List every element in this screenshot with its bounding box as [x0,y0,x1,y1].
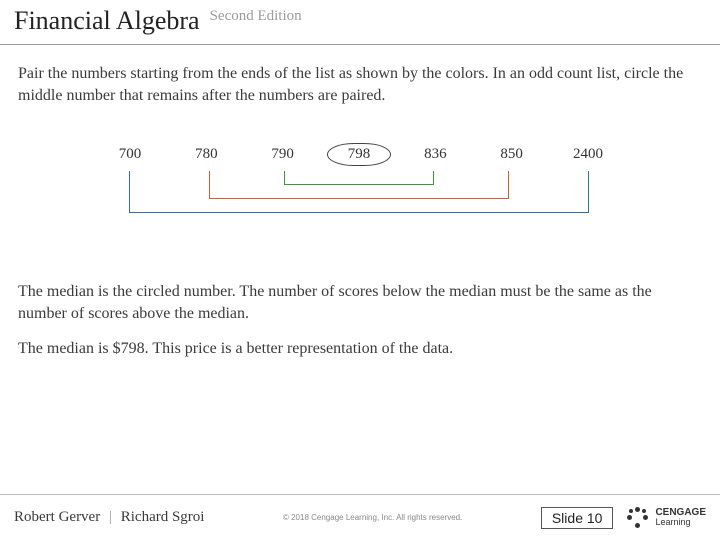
number-item: 700 [105,146,155,163]
bracket-outer-icon [129,171,589,213]
author-name: Robert Gerver [14,509,100,525]
brand-text: CENGAGE Learning [655,508,706,527]
pair-brackets [99,171,619,231]
median-diagram: 700 780 790 798 836 850 2400 [99,146,619,231]
brand-subname: Learning [655,518,706,527]
number-item: 780 [181,146,231,163]
slide-number: Slide 10 [541,507,614,529]
copyright-text: © 2018 Cengage Learning, Inc. All rights… [204,513,540,522]
slide-content: Pair the numbers starting from the ends … [0,45,720,384]
slide-footer: Robert Gerver | Richard Sgroi © 2018 Cen… [0,494,720,540]
slide-header: Financial Algebra Second Edition [0,0,720,45]
cengage-logo-icon [627,507,649,529]
number-item: 790 [258,146,308,163]
book-edition: Second Edition [210,8,302,24]
publisher-brand: CENGAGE Learning [627,507,706,529]
authors: Robert Gerver | Richard Sgroi [14,509,204,526]
conclusion-paragraph: The median is $798. This price is a bett… [18,338,700,360]
intro-paragraph: Pair the numbers starting from the ends … [18,63,700,106]
number-item: 2400 [563,146,613,163]
number-list: 700 780 790 798 836 850 2400 [99,146,619,163]
book-title: Financial Algebra [14,6,200,35]
number-item: 836 [410,146,460,163]
number-item-circled: 798 [334,146,384,163]
number-item: 850 [487,146,537,163]
separator-icon: | [109,509,112,525]
explanation-paragraph: The median is the circled number. The nu… [18,281,700,324]
author-name: Richard Sgroi [121,509,205,525]
